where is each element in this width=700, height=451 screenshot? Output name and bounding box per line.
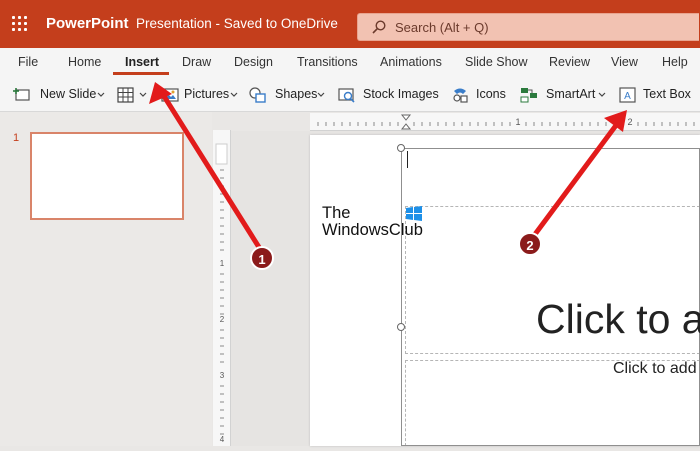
annotation-badge: 2	[518, 232, 542, 256]
annotation-arrow	[527, 121, 620, 244]
annotation-arrow	[159, 90, 265, 255]
annotation-badge: 1	[250, 246, 274, 270]
annotation-arrows	[149, 82, 627, 255]
